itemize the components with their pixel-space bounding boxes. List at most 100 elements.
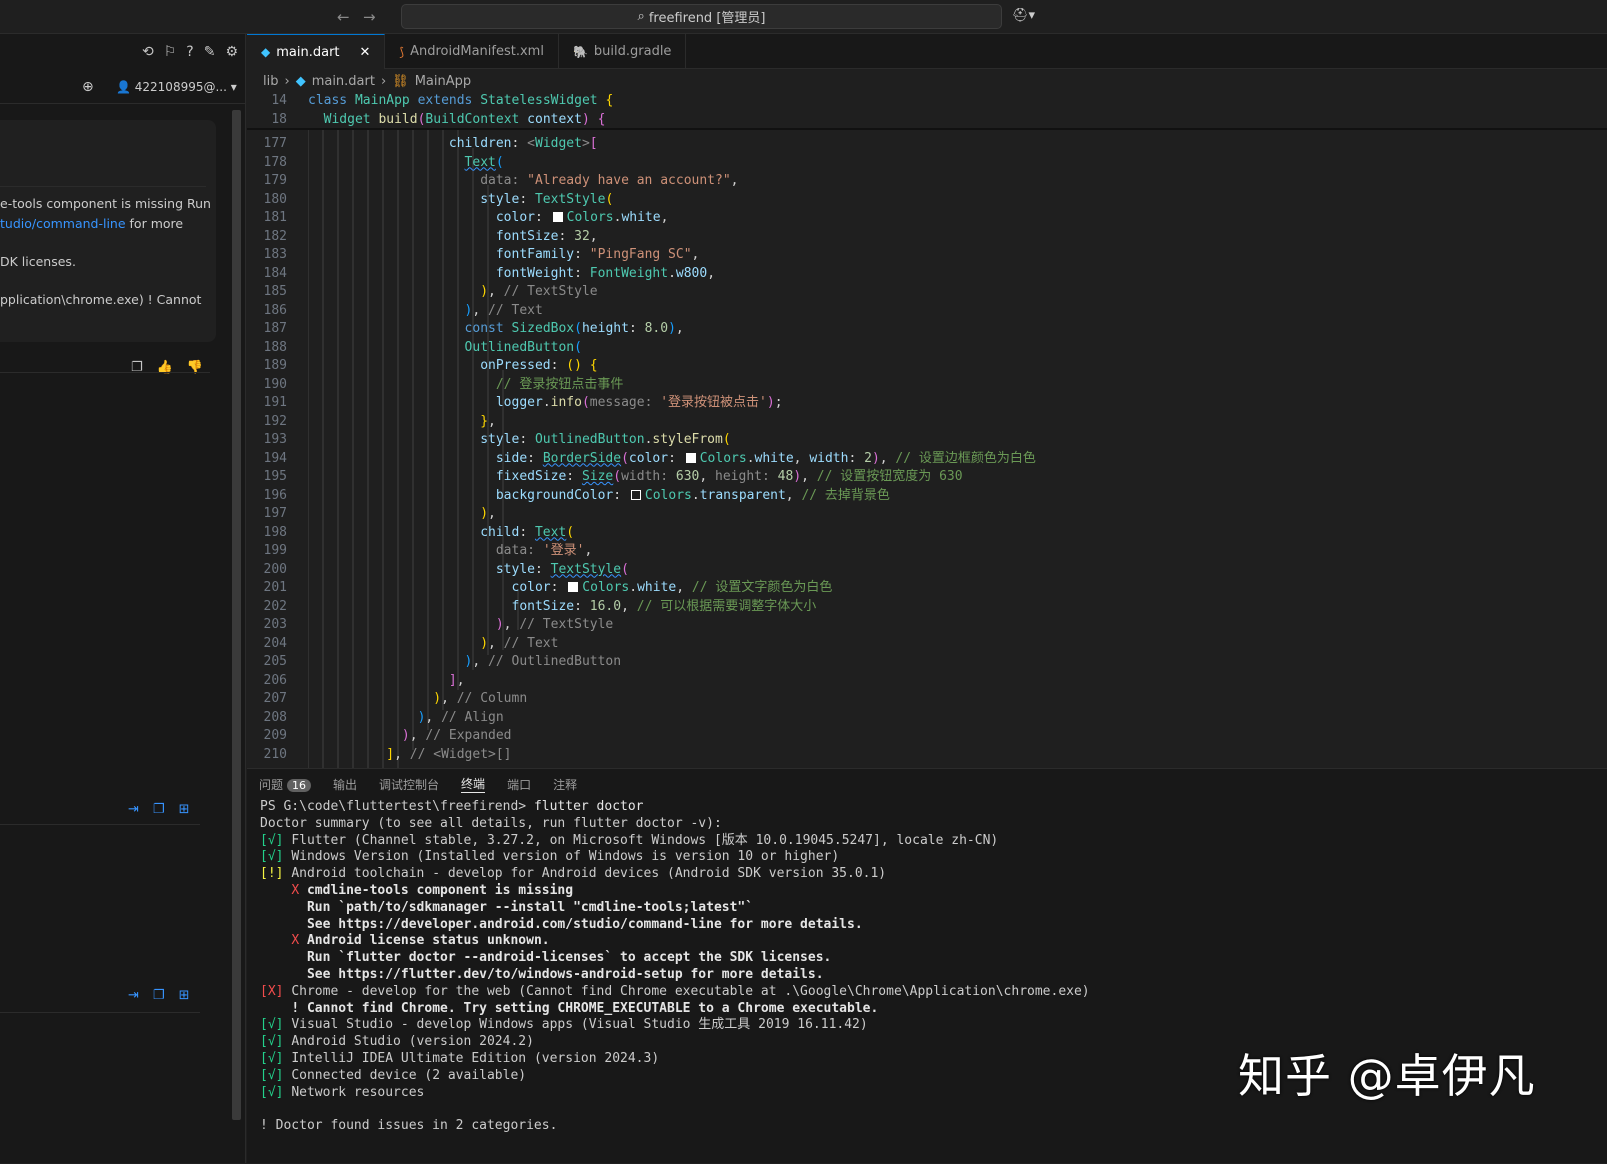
sticky-line[interactable]: 18 Widget build(BuildContext context) { <box>247 110 1607 129</box>
chat-side-panel: ⟲ ⚐ ? ✎ ⚙ ⊕ 👤 422108995@... ▾ e-tools co… <box>0 34 246 1163</box>
code-line[interactable]: 202 fontSize: 16.0, // 可以根据需要调整字体大小 <box>247 598 1607 617</box>
gear-icon[interactable]: ⚙ <box>225 44 238 60</box>
code-line[interactable]: 209 ), // Expanded <box>247 727 1607 746</box>
code-line[interactable]: 196 backgroundColor: Colors.transparent,… <box>247 487 1607 506</box>
chat-text-line: e-tools component is missing Run <box>0 196 211 211</box>
chat-text-line: DK licenses. <box>0 254 76 269</box>
terminal-line: [!] Android toolchain - develop for Andr… <box>260 866 887 882</box>
history-icon[interactable]: ⟲ <box>142 44 154 60</box>
code-line[interactable]: 192 }, <box>247 413 1607 432</box>
chat-message-card: e-tools component is missing Run tudio/c… <box>0 120 216 342</box>
code-line[interactable]: 204 ), // Text <box>247 635 1607 654</box>
color-swatch[interactable] <box>630 489 641 500</box>
tab-label: build.gradle <box>593 44 672 59</box>
code-line[interactable]: 191 logger.info(message: '登录按钮被点击'); <box>247 394 1607 413</box>
watermark: 知乎 @卓伊凡 <box>1238 1049 1536 1103</box>
feedback-icon[interactable]: ⚐ <box>164 44 177 60</box>
code-line[interactable]: 203 ), // TextStyle <box>247 616 1607 635</box>
code-line[interactable]: 184 fontWeight: FontWeight.w800, <box>247 265 1607 284</box>
copy-icon[interactable]: ❐ <box>153 802 165 817</box>
code-block-actions: ⇥ ❐ ⊞ <box>128 988 189 1003</box>
sticky-line[interactable]: 14 class MainApp extends StatelessWidget … <box>247 92 1607 111</box>
code-line[interactable]: 187 const SizedBox(height: 8.0), <box>247 320 1607 339</box>
tab-main-dart[interactable]: ◆ main.dart ✕ <box>247 34 386 69</box>
chat-text-line: pplication\chrome.exe) ! Cannot <box>0 292 202 307</box>
tab-terminal[interactable]: 终端 <box>461 775 486 793</box>
terminal-line: [√] Windows Version (Installed version o… <box>260 849 840 865</box>
dart-file-icon: ◆ <box>295 73 306 89</box>
code-line[interactable]: 205 ), // OutlinedButton <box>247 653 1607 672</box>
title-bar: ← → ⌕ freefirend [管理员] ⛑▾ <box>0 0 1607 34</box>
code-line[interactable]: 181 color: Colors.white, <box>247 209 1607 228</box>
terminal-line: X Android license status unknown. <box>291 933 550 949</box>
terminal-line: X cmdline-tools component is missing <box>291 882 574 898</box>
code-line[interactable]: 186 ), // Text <box>247 302 1607 321</box>
tab-build-gradle[interactable]: 🐘 build.gradle <box>559 34 687 69</box>
divider <box>0 824 200 825</box>
tab-android-manifest[interactable]: ⟆ AndroidManifest.xml <box>385 34 559 69</box>
code-line[interactable]: 188 OutlinedButton( <box>247 339 1607 358</box>
chevron-right-icon: › <box>380 73 387 89</box>
breadcrumb-file[interactable]: main.dart <box>312 74 375 89</box>
code-line[interactable]: 178 Text( <box>247 154 1607 173</box>
terminal-line: See https://developer.android.com/studio… <box>306 916 863 932</box>
code-line[interactable]: 206 ], <box>247 672 1607 691</box>
code-line[interactable]: 200 style: TextStyle( <box>247 561 1607 580</box>
chat-scrollbar[interactable] <box>232 110 241 1120</box>
help-icon[interactable]: ? <box>186 44 193 60</box>
close-icon[interactable]: ✕ <box>360 45 371 60</box>
insert-icon[interactable]: ⇥ <box>128 988 139 1003</box>
code-line[interactable]: 207 ), // Column <box>247 690 1607 709</box>
tab-label: AndroidManifest.xml <box>410 44 544 59</box>
color-swatch[interactable] <box>568 582 579 592</box>
account-selector[interactable]: 👤 422108995@... ▾ <box>116 80 237 94</box>
rss-xml-icon: ⟆ <box>399 44 405 59</box>
wrench-icon[interactable]: ✎ <box>204 44 216 60</box>
code-line[interactable]: 177 children: <Widget>[ <box>247 135 1607 154</box>
divider <box>0 372 210 373</box>
tab-output[interactable]: 输出 <box>333 776 357 793</box>
tab-problems[interactable]: 问题 16 <box>259 776 312 793</box>
breadcrumb-folder[interactable]: lib <box>263 74 278 89</box>
new-file-icon[interactable]: ⊞ <box>179 802 190 817</box>
color-swatch[interactable] <box>552 212 563 222</box>
code-line[interactable]: 182 fontSize: 32, <box>247 228 1607 247</box>
code-line[interactable]: 195 fixedSize: Size(width: 630, height: … <box>247 468 1607 487</box>
code-editor[interactable]: 14 class MainApp extends StatelessWidget … <box>247 92 1607 768</box>
chat-link[interactable]: tudio/command-line <box>0 216 126 231</box>
code-line[interactable]: 189 onPressed: () { <box>247 357 1607 376</box>
copy-icon[interactable]: ❐ <box>153 988 165 1003</box>
problem-count-badge: 16 <box>287 778 312 792</box>
code-line[interactable]: 208 ), // Align <box>247 709 1607 728</box>
chevron-right-icon: › <box>284 73 290 89</box>
code-line[interactable]: 198 child: Text( <box>247 524 1607 543</box>
terminal-line: Run `path/to/sdkmanager --install "cmdli… <box>306 899 754 915</box>
code-line[interactable]: 180 style: TextStyle( <box>247 191 1607 210</box>
code-line[interactable]: 193 style: OutlinedButton.styleFrom( <box>247 431 1607 450</box>
tab-debug-console[interactable]: 调试控制台 <box>379 776 439 793</box>
terminal-line: Doctor summary (to see all details, run … <box>260 815 722 831</box>
new-file-icon[interactable]: ⊞ <box>179 988 190 1003</box>
code-line[interactable]: 179 data: "Already have an account?", <box>247 172 1607 191</box>
code-block-actions: ⇥ ❐ ⊞ <box>128 802 189 817</box>
tab-ports[interactable]: 端口 <box>507 776 531 793</box>
command-center-search[interactable]: ⌕ freefirend [管理员] <box>401 4 1002 29</box>
copilot-icon[interactable]: ⛑▾ <box>1012 8 1035 23</box>
terminal-output[interactable]: PS G:\code\fluttertest\freefirend> flutt… <box>260 799 1600 1164</box>
forward-arrow-icon[interactable]: → <box>363 8 376 26</box>
back-arrow-icon[interactable]: ← <box>337 8 350 26</box>
divider <box>0 186 206 187</box>
code-line[interactable]: 210 ], // <Widget>[] <box>247 746 1607 765</box>
breadcrumb-symbol[interactable]: MainApp <box>415 74 471 89</box>
code-line[interactable]: 201 color: Colors.white, // 设置文字颜色为白色 <box>247 579 1607 598</box>
tab-comments[interactable]: 注释 <box>553 776 577 793</box>
code-line[interactable]: 190 // 登录按钮点击事件 <box>247 376 1607 395</box>
code-line[interactable]: 194 side: BorderSide(color: Colors.white… <box>247 450 1607 469</box>
color-swatch[interactable] <box>685 452 696 463</box>
insert-icon[interactable]: ⇥ <box>128 802 139 817</box>
code-line[interactable]: 185 ), // TextStyle <box>247 283 1607 302</box>
code-line[interactable]: 199 data: '登录', <box>247 542 1607 561</box>
code-line[interactable]: 197 ), <box>247 505 1607 524</box>
code-line[interactable]: 183 fontFamily: "PingFang SC", <box>247 246 1607 265</box>
add-icon[interactable]: ⊕ <box>82 79 94 95</box>
